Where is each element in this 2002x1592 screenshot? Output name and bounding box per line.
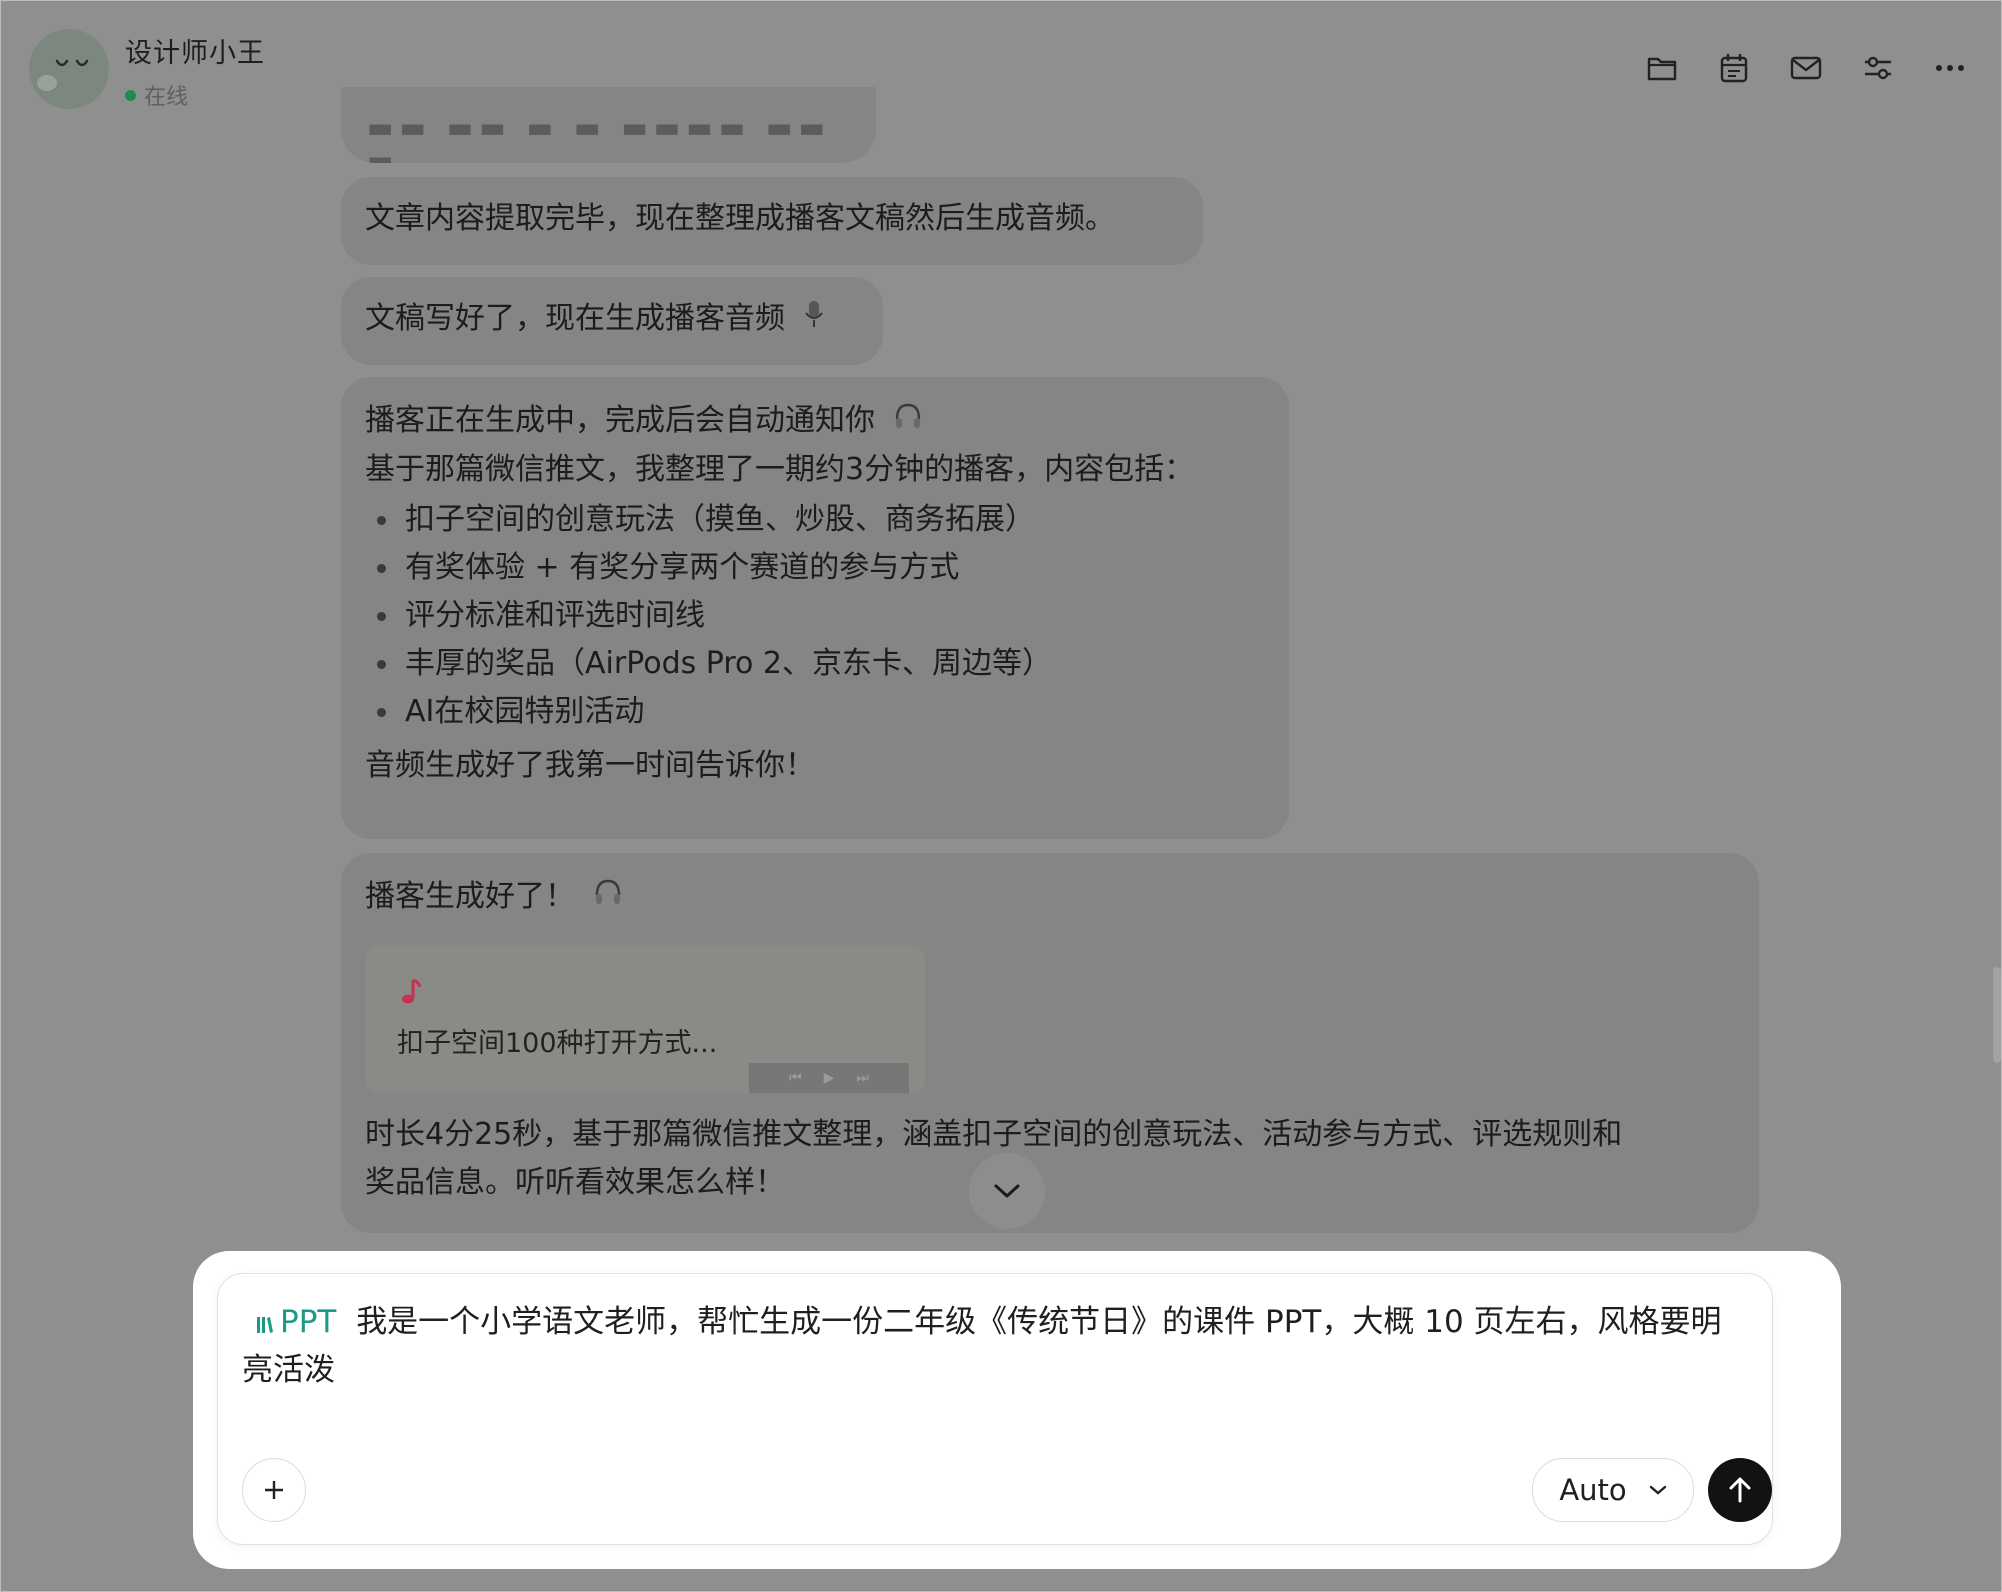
audio-card[interactable]: 扣子空间100种打开方式... ⏮ ▶ ⏭ [365,945,925,1093]
list-item: AI在校园特别活动 [365,688,1265,736]
message-bubble: 播客生成好了！ 扣子空间100种打开方式... ⏮ ▶ ⏭ 时长4分25秒，基于… [341,853,1759,1233]
chat-header: 设计师小王 在线 [1,1,2002,131]
message-bubble-partial: ▬▬ ▬▬ ▬ ▬ ▬▬▬▬ ▬▬ ▬ [341,87,876,163]
audio-cover [749,963,909,1073]
more-icon[interactable] [1933,51,1967,85]
list-item: 评分标准和评选时间线 [365,592,1265,640]
header-toolbar [1607,51,1967,85]
model-select-value: Auto [1559,1473,1627,1507]
message-bubble: 文稿写好了，现在生成播客音频 [341,277,883,365]
ppt-tag[interactable]: PPT [242,1304,346,1340]
ppt-tag-icon [257,1317,273,1333]
prompt-text: 我是一个小学语文老师，帮忙生成一份二年级《传统节日》的课件 PPT，大概 10 … [242,1304,1722,1388]
chevron-down-icon [1649,1485,1666,1495]
audio-title: 扣子空间100种打开方式... [397,1028,718,1059]
message-text: 音频生成好了我第一时间告诉你！ [365,748,815,783]
audio-controls: ⏮ ▶ ⏭ [749,1063,909,1093]
composer: PPT 我是一个小学语文老师，帮忙生成一份二年级《传统节日》的课件 PPT，大概… [217,1273,1773,1545]
status-text: 在线 [144,85,189,110]
composer-panel: PPT 我是一个小学语文老师，帮忙生成一份二年级《传统节日》的课件 PPT，大概… [193,1251,1841,1569]
previous-icon[interactable]: ⏮ [789,1070,802,1086]
message-bubble: 文章内容提取完毕，现在整理成播客文稿然后生成音频。 [341,177,1203,265]
play-icon[interactable]: ▶ [824,1070,835,1086]
headphones-icon [593,877,623,918]
status-indicator: 在线 [125,79,188,111]
scroll-to-bottom-button[interactable] [969,1153,1045,1229]
chevron-down-icon [994,1184,1020,1198]
headphones-icon [893,401,923,442]
send-button[interactable] [1708,1458,1772,1522]
music-note-icon [399,977,422,1013]
list-item: 扣子空间的创意玩法（摸鱼、炒股、商务拓展） [365,496,1265,544]
online-dot-icon [125,89,136,101]
arrow-up-icon [1729,1477,1751,1503]
list-item: 丰厚的奖品（AirPods Pro 2、京东卡、周边等） [365,640,1265,688]
bullet-list: 扣子空间的创意玩法（摸鱼、炒股、商务拓展） 有奖体验 + 有奖分享两个赛道的参与… [365,496,1265,736]
message-text: 时长4分25秒，基于那篇微信推文整理，涵盖扣子空间的创意玩法、活动参与方式、评选… [365,1117,1623,1152]
mail-icon[interactable] [1789,51,1823,85]
plus-icon [265,1481,283,1499]
prompt-input[interactable]: PPT 我是一个小学语文老师，帮忙生成一份二年级《传统节日》的课件 PPT，大概… [242,1298,1742,1394]
add-attachment-button[interactable] [242,1458,306,1522]
app-window: 设计师小王 在线 ▬▬ ▬▬ ▬ ▬ ▬▬▬▬ ▬▬ ▬ 文章内容提取完毕，现在… [0,0,2002,1592]
message-text: 文稿写好了，现在生成播客音频 [365,301,785,336]
settings-icon[interactable] [1861,51,1895,85]
message-bubble: 播客正在生成中，完成后会自动通知你 基于那篇微信推文，我整理了一期约3分钟的播客… [341,377,1289,839]
model-select[interactable]: Auto [1532,1458,1694,1522]
calendar-icon[interactable] [1717,51,1751,85]
microphone-icon [803,299,825,340]
avatar[interactable] [29,29,109,109]
folder-icon[interactable] [1645,51,1679,85]
message-text: 文章内容提取完毕，现在整理成播客文稿然后生成音频。 [365,201,1115,236]
next-icon[interactable]: ⏭ [856,1070,869,1086]
message-text: 播客正在生成中，完成后会自动通知你 [365,403,875,438]
message-text: 播客生成好了！ [365,879,575,914]
scrollbar[interactable] [1993,967,2001,1063]
message-text: 基于那篇微信推文，我整理了一期约3分钟的播客，内容包括： [365,452,1195,487]
page-title: 设计师小王 [125,38,265,69]
list-item: 有奖体验 + 有奖分享两个赛道的参与方式 [365,544,1265,592]
